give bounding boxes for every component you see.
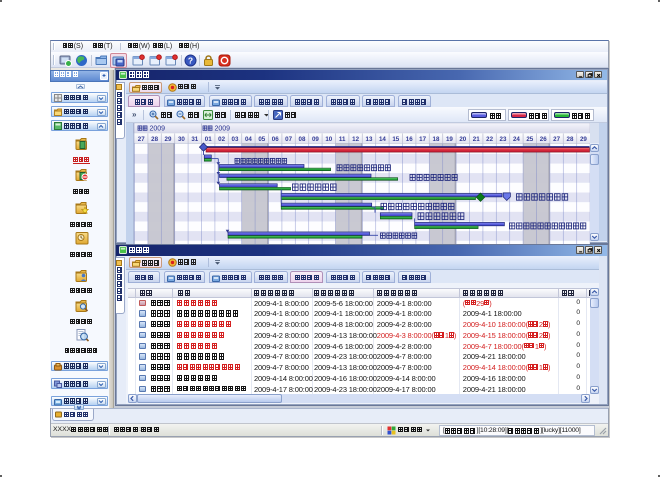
svg-text:12: 12	[352, 136, 359, 143]
svg-text:22: 22	[486, 136, 493, 143]
svg-text:03: 03	[232, 136, 239, 143]
svg-text:18: 18	[433, 136, 440, 143]
svg-text:05: 05	[258, 136, 265, 143]
svg-text:16: 16	[406, 136, 413, 143]
svg-text:2009: 2009	[150, 126, 166, 133]
svg-text:20: 20	[459, 136, 466, 143]
svg-text:04: 04	[245, 136, 252, 143]
svg-text:09: 09	[312, 136, 319, 143]
svg-text:11: 11	[339, 136, 346, 143]
svg-text:27: 27	[553, 136, 560, 143]
svg-text:25: 25	[526, 136, 533, 143]
svg-text:29: 29	[580, 136, 587, 143]
svg-text:2009: 2009	[215, 126, 231, 133]
svg-text:06: 06	[272, 136, 279, 143]
svg-text:17: 17	[419, 136, 426, 143]
svg-text:14: 14	[379, 136, 386, 143]
svg-text:26: 26	[540, 136, 547, 143]
svg-text:21: 21	[473, 136, 480, 143]
svg-text:28: 28	[151, 136, 158, 143]
svg-text:31: 31	[191, 136, 198, 143]
svg-text:01: 01	[205, 136, 212, 143]
svg-text:24: 24	[513, 136, 520, 143]
svg-text:29: 29	[165, 136, 172, 143]
svg-text:27: 27	[138, 136, 145, 143]
svg-text:07: 07	[285, 136, 292, 143]
svg-text:23: 23	[500, 136, 507, 143]
svg-text:13: 13	[366, 136, 373, 143]
svg-text:02: 02	[218, 136, 225, 143]
svg-text:19: 19	[446, 136, 453, 143]
svg-text:?: ?	[187, 56, 192, 66]
svg-text:15: 15	[392, 136, 399, 143]
svg-text:10: 10	[325, 136, 332, 143]
svg-text:28: 28	[567, 136, 574, 143]
svg-text:08: 08	[299, 136, 306, 143]
svg-text:30: 30	[178, 136, 185, 143]
